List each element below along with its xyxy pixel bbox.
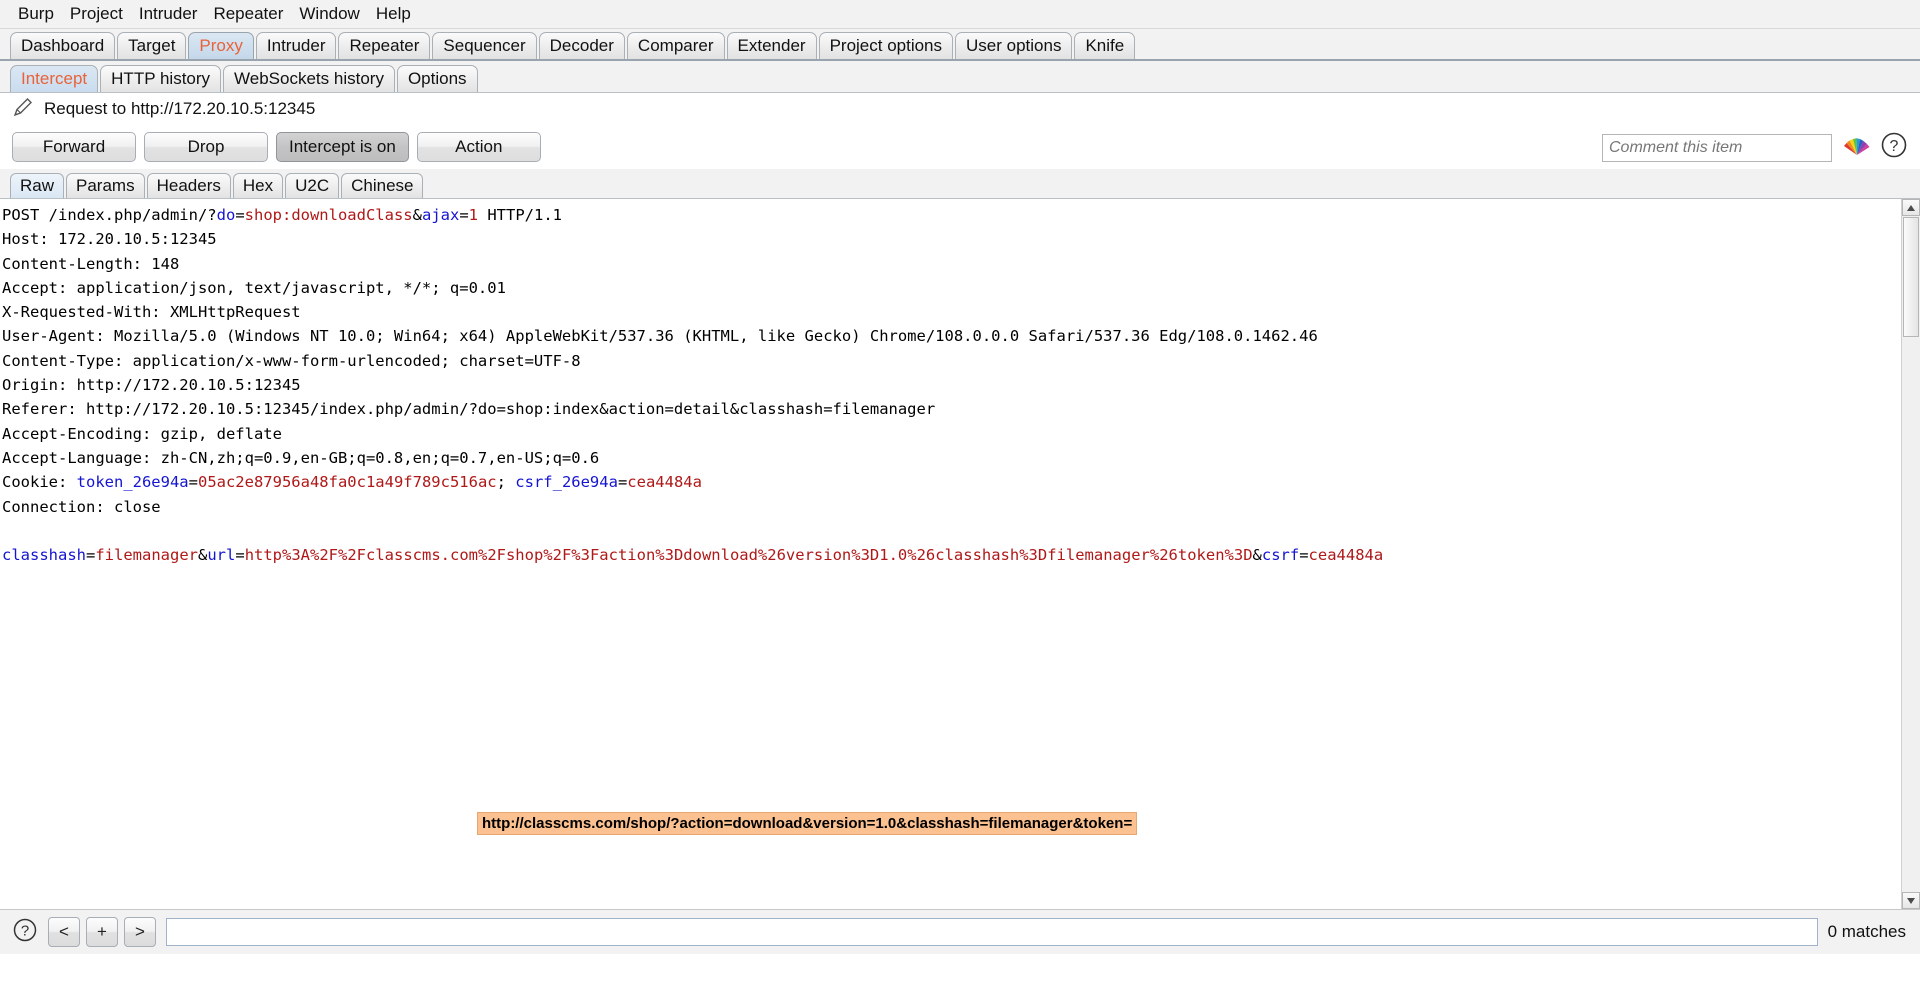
request-line: Cookie: token_26e94a=05ac2e87956a48fa0c1… — [2, 473, 702, 492]
search-next-button[interactable]: > — [124, 917, 156, 947]
request-line: Accept: application/json, text/javascrip… — [2, 278, 506, 297]
request-line: Accept-Encoding: gzip, deflate — [2, 424, 282, 443]
scroll-down-button[interactable] — [1902, 892, 1920, 909]
proxy-sub-tab-bar: Intercept HTTP history WebSockets histor… — [0, 61, 1920, 93]
request-line: Connection: close — [2, 497, 161, 516]
pencil-icon — [12, 96, 34, 123]
search-prev-button[interactable]: < — [48, 917, 80, 947]
request-line: Host: 172.20.10.5:12345 — [2, 230, 217, 249]
intercept-action-bar: Forward Drop Intercept is on Action Comm… — [0, 125, 1920, 169]
forward-button[interactable]: Forward — [12, 132, 136, 162]
chevron-up-icon — [1907, 204, 1915, 211]
subtab-options[interactable]: Options — [396, 65, 478, 92]
tab-comparer[interactable]: Comparer — [626, 32, 725, 59]
highlighter-fan-icon[interactable] — [1842, 132, 1872, 163]
main-tab-bar: Dashboard Target Proxy Intruder Repeater… — [0, 29, 1920, 61]
svg-text:?: ? — [21, 922, 29, 939]
request-raw-text[interactable]: POST /index.php/admin/?do=shop:downloadC… — [0, 199, 1901, 909]
tab-project-options[interactable]: Project options — [818, 32, 954, 59]
tab-repeater[interactable]: Repeater — [338, 32, 431, 59]
menu-item-repeater[interactable]: Repeater — [205, 2, 291, 26]
action-button[interactable]: Action — [416, 132, 541, 162]
request-line: Referer: http://172.20.10.5:12345/index.… — [2, 400, 936, 419]
request-line: X-Requested-With: XMLHttpRequest — [2, 303, 301, 322]
scroll-up-button[interactable] — [1902, 199, 1920, 216]
editor-tab-raw[interactable]: Raw — [10, 173, 65, 198]
action-bar-right-group: ? — [1602, 131, 1908, 164]
decoded-url-tooltip: http://classcms.com/shop/?action=downloa… — [477, 812, 1138, 835]
request-title-bar: Request to http://172.20.10.5:12345 — [0, 93, 1920, 125]
message-editor-tab-bar: Raw Params Headers Hex U2C Chinese — [0, 169, 1920, 199]
request-title-text: Request to http://172.20.10.5:12345 — [44, 99, 316, 118]
tab-decoder[interactable]: Decoder — [538, 32, 625, 59]
tab-knife[interactable]: Knife — [1074, 32, 1136, 59]
tab-intruder[interactable]: Intruder — [255, 32, 337, 59]
tab-target[interactable]: Target — [117, 32, 187, 59]
request-line: classhash=filemanager&url=http%3A%2F%2Fc… — [2, 546, 1384, 565]
search-bar: ? < + > 0 matches — [0, 910, 1920, 954]
scrollbar-thumb[interactable] — [1903, 217, 1919, 337]
editor-tab-chinese[interactable]: Chinese — [341, 173, 424, 198]
subtab-intercept[interactable]: Intercept — [10, 65, 99, 92]
tab-sequencer[interactable]: Sequencer — [432, 32, 537, 59]
request-line: Accept-Language: zh-CN,zh;q=0.9,en-GB;q=… — [2, 448, 600, 467]
menu-bar: Burp Project Intruder Repeater Window He… — [0, 0, 1920, 29]
request-line: Content-Length: 148 — [2, 254, 180, 273]
editor-vertical-scrollbar[interactable] — [1901, 199, 1920, 909]
tab-user-options[interactable]: User options — [955, 32, 1073, 59]
help-icon[interactable]: ? — [12, 917, 38, 948]
tab-proxy[interactable]: Proxy — [188, 32, 254, 59]
editor-tab-u2c[interactable]: U2C — [285, 173, 340, 198]
menu-item-project[interactable]: Project — [62, 2, 131, 26]
menu-item-help[interactable]: Help — [368, 2, 419, 26]
svg-text:?: ? — [1890, 138, 1899, 155]
search-input[interactable] — [166, 918, 1818, 946]
subtab-websockets-history[interactable]: WebSockets history — [223, 65, 395, 92]
request-line: Origin: http://172.20.10.5:12345 — [2, 376, 301, 395]
request-line — [2, 519, 1901, 543]
drop-button[interactable]: Drop — [144, 132, 268, 162]
comment-input[interactable] — [1602, 133, 1832, 162]
menu-item-window[interactable]: Window — [291, 2, 367, 26]
match-count-label: 0 matches — [1827, 922, 1906, 941]
request-line: Content-Type: application/x-www-form-url… — [2, 351, 581, 370]
intercept-toggle-button[interactable]: Intercept is on — [276, 132, 409, 162]
request-editor: POST /index.php/admin/?do=shop:downloadC… — [0, 199, 1920, 910]
search-add-button[interactable]: + — [86, 917, 118, 947]
tab-extender[interactable]: Extender — [726, 32, 817, 59]
editor-tab-params[interactable]: Params — [66, 173, 145, 198]
help-icon[interactable]: ? — [1880, 131, 1908, 164]
menu-item-intruder[interactable]: Intruder — [131, 2, 206, 26]
chevron-down-icon — [1907, 897, 1915, 904]
editor-tab-headers[interactable]: Headers — [146, 173, 231, 198]
editor-tab-hex[interactable]: Hex — [232, 173, 284, 198]
menu-item-burp[interactable]: Burp — [10, 2, 62, 26]
tab-dashboard[interactable]: Dashboard — [10, 32, 116, 59]
subtab-http-history[interactable]: HTTP history — [100, 65, 222, 92]
request-line: POST /index.php/admin/?do=shop:downloadC… — [2, 206, 562, 224]
request-line: User-Agent: Mozilla/5.0 (Windows NT 10.0… — [2, 327, 1318, 346]
